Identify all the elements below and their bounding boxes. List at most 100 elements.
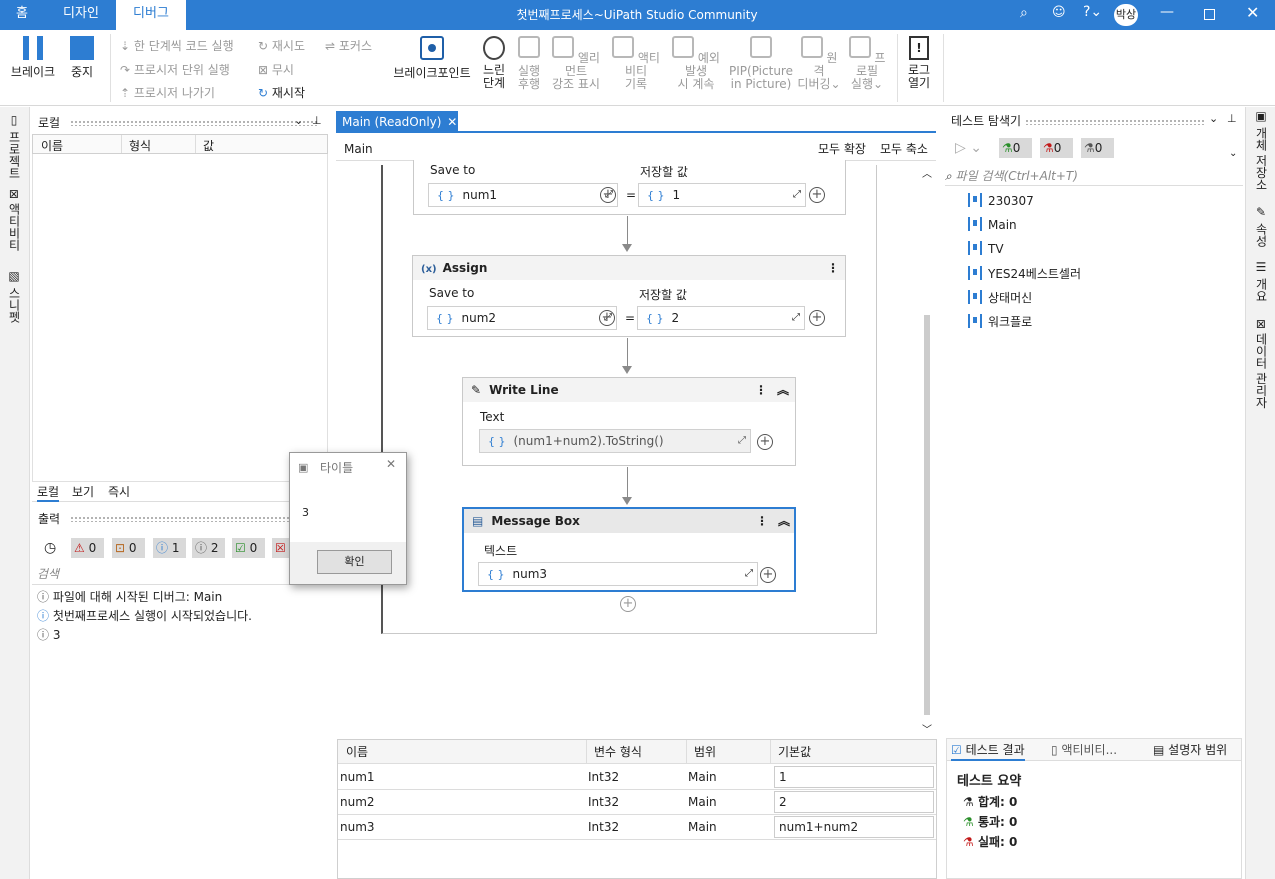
expand-icon[interactable]: ⤢ [792, 307, 800, 329]
tab-home[interactable]: 홈 [0, 0, 44, 30]
add-icon[interactable]: + [809, 310, 825, 326]
table-row[interactable]: num2 Int32 Main 2 [338, 790, 936, 815]
close-icon[interactable]: ✕ [1246, 3, 1259, 22]
test-search-input[interactable]: ⌕ 파일 검색(Ctrl+Alt+T) [945, 166, 1243, 186]
sidebar-item-outline[interactable]: ☰ 개요 [1253, 260, 1270, 302]
slow-step-button[interactable]: 느린 단계 [478, 36, 510, 90]
save-to-field[interactable]: { } num2 ⤢ [427, 306, 617, 330]
log-activities-button[interactable]: 액티비티 기록 [608, 36, 664, 91]
sidebar-item-properties[interactable]: ✎ 속성 [1253, 205, 1270, 247]
breakpoints-button[interactable]: 브레이크포인트 [388, 36, 476, 80]
search-icon[interactable]: ⌕ [1020, 5, 1028, 21]
value-field[interactable]: { } 1 ⤢ [638, 183, 806, 207]
ok-button[interactable]: 확인 [317, 550, 392, 574]
assign-activity[interactable]: (x) Assign ⋮ Save to 저장할 값 { } num2 ⤢ + = {… [412, 255, 846, 337]
tab-test-results[interactable]: ☑ 테스트 결과 [951, 741, 1025, 761]
pip-button[interactable]: PIP(Picture in Picture) [728, 36, 794, 91]
table-row[interactable]: num3 Int32 Main num1+num2 [338, 815, 936, 840]
more-options-icon[interactable]: ⋮ [756, 509, 768, 533]
break-button[interactable]: 브레이크 [6, 36, 60, 79]
collapse-icon[interactable]: ︽ [778, 509, 790, 533]
run-icon[interactable]: ▷ ⌄ [955, 140, 982, 156]
stop-button[interactable]: 중지 [62, 36, 102, 79]
variables-col-default[interactable]: 기본값 [778, 740, 811, 765]
output-search-input[interactable]: 검색 [32, 563, 328, 585]
restart-button[interactable]: ↻ 재시작 [258, 84, 305, 101]
tab-descriptor-scope[interactable]: ▤ 설명자 범위 [1153, 741, 1227, 758]
message-box-activity[interactable]: ▤ Message Box ⋮ ︽ 텍스트 { } num3 ⤢ + [462, 507, 796, 592]
tab-watch[interactable]: 보기 [72, 483, 94, 500]
variables-col-scope[interactable]: 범위 [694, 740, 716, 765]
table-row[interactable]: num1 Int32 Main 1 [338, 765, 936, 790]
tree-item[interactable]: YES24베스트셀러 [968, 265, 1081, 282]
variables-col-type[interactable]: 변수 형식 [594, 740, 642, 765]
tab-main-readonly[interactable]: Main (ReadOnly) ✕ [336, 111, 458, 133]
profile-execution-button[interactable]: 프로필 실행⌄ [844, 36, 890, 91]
save-to-field[interactable]: { } num1 ⤢ [428, 183, 618, 207]
tab-design[interactable]: 디자인 [48, 0, 114, 30]
close-icon[interactable]: ✕ [447, 115, 457, 129]
step-out-button[interactable]: ⇡ 프로시저 나가기 [120, 84, 215, 101]
collapse-icon[interactable]: ︽ [777, 378, 789, 402]
tab-debug[interactable]: 디버그 [116, 0, 186, 30]
execution-trail-button[interactable]: 실행 후행 [513, 36, 545, 91]
table-cell[interactable]: 2 [774, 791, 934, 813]
expand-icon[interactable]: ⤢ [793, 184, 801, 206]
tree-item[interactable]: 워크플로 [968, 313, 1032, 330]
collapse-all-button[interactable]: 모두 축소 [880, 140, 928, 157]
retry-button[interactable]: ↻ 재시도 [258, 37, 305, 54]
highlight-elements-button[interactable]: 엘리먼트 강조 표시 [548, 36, 604, 91]
sidebar-item-snippets[interactable]: ▧ 스니펫 [6, 269, 23, 323]
add-icon[interactable]: + [600, 187, 616, 203]
step-over-button[interactable]: ↷ 프로시저 단위 실행 [120, 61, 230, 78]
passed-filter-button[interactable]: ⚗0 [999, 138, 1032, 158]
close-icon[interactable]: ✕ [386, 457, 396, 471]
table-cell[interactable]: 1 [774, 766, 934, 788]
sidebar-item-activities[interactable]: ⊠ 액티비티 [6, 189, 23, 251]
total-filter-button[interactable]: ⚗0 [1081, 138, 1114, 158]
info-filter-button[interactable]: ⓘ 1 [153, 538, 186, 558]
table-cell[interactable]: num1+num2 [774, 816, 934, 838]
add-icon[interactable]: + [760, 567, 776, 583]
failed-filter-button[interactable]: ⚗0 [1040, 138, 1073, 158]
warning-filter-button[interactable]: ⊡ 0 [112, 538, 145, 558]
trace-filter-button[interactable]: ⓘ 2 [192, 538, 225, 558]
sidebar-item-project[interactable]: ▯ 프로젝트 [6, 113, 23, 179]
breadcrumb[interactable]: Main [344, 142, 373, 156]
text-field[interactable]: { } (num1+num2).ToString() ⤢ [479, 429, 751, 453]
step-into-button[interactable]: ⇣ 한 단계씩 코드 실행 [120, 37, 234, 54]
write-line-activity[interactable]: ✎ Write Line ⋮ ︽ Text { } (num1+num2).ToSt… [462, 377, 796, 466]
add-icon[interactable]: + [757, 434, 773, 450]
add-icon[interactable]: + [809, 187, 825, 203]
avatar[interactable]: 박상 [1114, 4, 1138, 26]
maximize-icon[interactable] [1204, 9, 1215, 20]
ignore-button[interactable]: ⊠ 무시 [258, 61, 294, 78]
feedback-icon[interactable]: ☺ [1052, 5, 1066, 20]
add-activity-icon[interactable]: + [620, 596, 636, 612]
success-filter-button[interactable]: ☑ 0 [232, 538, 265, 558]
expand-icon[interactable]: ⤢ [738, 430, 746, 452]
locals-col-type[interactable]: 형식 [129, 137, 151, 154]
locals-col-name[interactable]: 이름 [41, 137, 63, 154]
expand-icon[interactable]: ⤢ [745, 563, 753, 585]
locals-col-value[interactable]: 값 [203, 137, 214, 154]
tab-immediate[interactable]: 즉시 [108, 483, 130, 500]
chevron-down-icon[interactable]: ⌄ [294, 114, 303, 127]
tree-item[interactable]: 상태머신 [968, 289, 1032, 306]
sidebar-item-data-manager[interactable]: ⊠ 데이터 관리자 [1253, 319, 1270, 409]
value-field[interactable]: { } 2 ⤢ [637, 306, 805, 330]
sidebar-item-object-repo[interactable]: ▣ 개체 저장소 [1253, 109, 1270, 191]
minimize-icon[interactable]: — [1160, 4, 1174, 20]
tree-item[interactable]: Main [968, 217, 1017, 232]
clock-icon[interactable]: ◷ [44, 540, 56, 556]
tab-activities[interactable]: ▯ 액티비티... [1051, 741, 1117, 758]
error-filter-button[interactable]: ⚠ 0 [71, 538, 104, 558]
tree-item[interactable]: TV [968, 241, 1004, 256]
more-options-icon[interactable]: ⋮ [755, 378, 767, 402]
more-options-icon[interactable]: ⋮ [827, 256, 839, 280]
chevron-down-icon[interactable]: ⌄ [1209, 112, 1218, 125]
assign-activity[interactable]: Save to 저장할 값 { } num1 ⤢ + = { } 1 ⤢ + [413, 160, 846, 215]
focus-button[interactable]: ⇌ 포커스 [325, 37, 372, 54]
remote-debugging-button[interactable]: 원격 디버깅⌄ [796, 36, 842, 91]
tab-locals[interactable]: 로컬 [37, 483, 60, 502]
